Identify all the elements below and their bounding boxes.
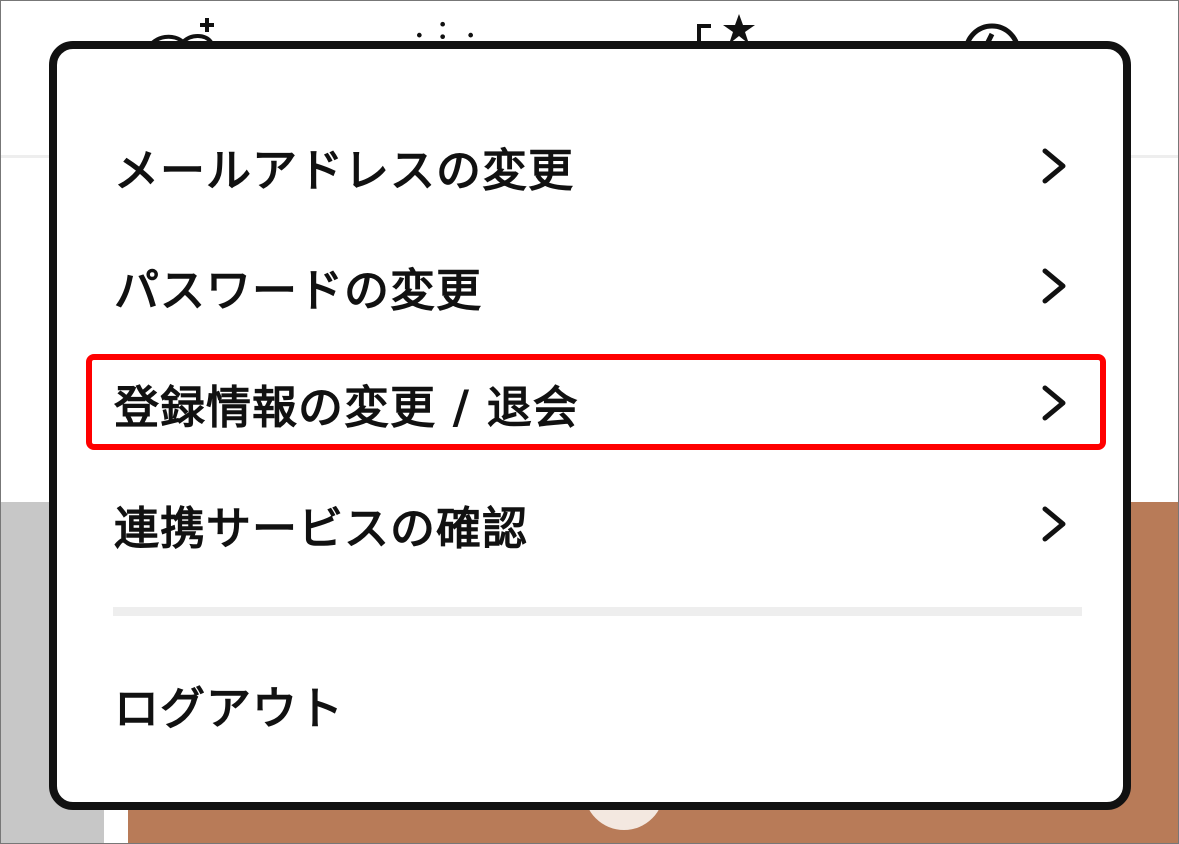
chevron-right-icon (1042, 506, 1066, 542)
menu-item-label: メールアドレスの変更 (114, 143, 575, 197)
menu-item-change-password[interactable]: パスワードの変更 (87, 241, 1097, 331)
menu-item-label: パスワードの変更 (114, 263, 483, 317)
menu-item-change-email[interactable]: メールアドレスの変更 (87, 121, 1097, 211)
menu-item-logout[interactable]: ログアウト (87, 659, 1097, 749)
menu-item-change-registration-withdraw[interactable]: 登録情報の変更 / 退会 (87, 358, 1097, 448)
menu-divider (113, 607, 1082, 616)
account-settings-menu: メールアドレスの変更 パスワードの変更 登録情報の変更 / 退会 連携サービスの… (49, 41, 1131, 810)
chevron-right-icon (1042, 148, 1066, 184)
menu-item-label: 連携サービスの確認 (114, 501, 529, 555)
menu-item-label: 登録情報の変更 / 退会 (114, 380, 579, 434)
logout-label: ログアウト (114, 681, 345, 735)
chevron-right-icon (1042, 268, 1066, 304)
menu-item-linked-services[interactable]: 連携サービスの確認 (87, 479, 1097, 569)
chevron-right-icon (1042, 385, 1066, 421)
